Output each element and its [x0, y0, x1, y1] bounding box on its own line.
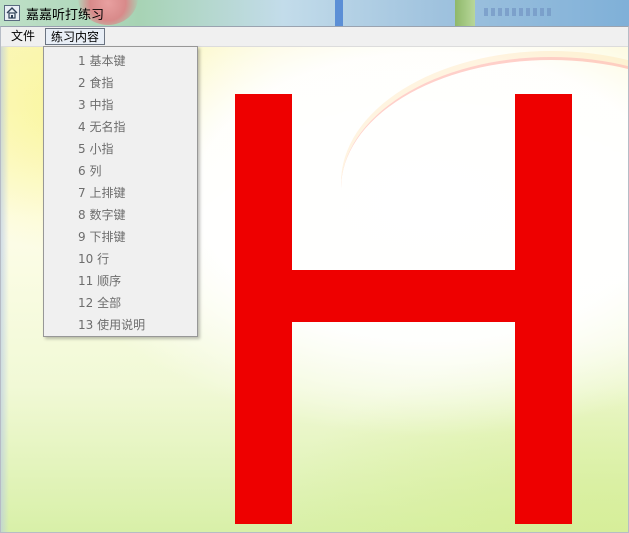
menu-item-all[interactable]: 12 全部 [44, 292, 197, 314]
window-title: 嘉嘉听打练习 [26, 8, 105, 23]
menu-item-middle-finger[interactable]: 3 中指 [44, 94, 197, 116]
app-house-icon[interactable] [4, 5, 20, 21]
menu-item-number-keys[interactable]: 8 数字键 [44, 204, 197, 226]
background-shade [1, 47, 9, 532]
menu-bar: 文件 练习内容 [1, 27, 628, 47]
practice-content-dropdown: 1 基本键 2 食指 3 中指 4 无名指 5 小指 6 列 7 上排键 8 数… [43, 46, 198, 337]
menu-item-top-row[interactable]: 7 上排键 [44, 182, 197, 204]
title-bar-background-decoration [455, 0, 475, 26]
menu-item-bottom-row[interactable]: 9 下排键 [44, 226, 197, 248]
menu-item-sequence[interactable]: 11 顺序 [44, 270, 197, 292]
menu-file[interactable]: 文件 [6, 28, 40, 45]
menu-item-row[interactable]: 10 行 [44, 248, 197, 270]
menu-item-ring-finger[interactable]: 4 无名指 [44, 116, 197, 138]
letter-stroke-bar [235, 270, 572, 322]
menu-item-little-finger[interactable]: 5 小指 [44, 138, 197, 160]
title-bar[interactable]: 嘉嘉听打练习 [0, 0, 629, 26]
menu-item-basic-keys[interactable]: 1 基本键 [44, 50, 197, 72]
menu-item-instructions[interactable]: 13 使用说明 [44, 314, 197, 336]
menu-practice-content[interactable]: 练习内容 [45, 28, 106, 45]
menu-item-column[interactable]: 6 列 [44, 160, 197, 182]
title-bar-background-decoration [335, 0, 343, 26]
menu-item-index-finger[interactable]: 2 食指 [44, 72, 197, 94]
title-bar-background-decoration [484, 8, 554, 16]
